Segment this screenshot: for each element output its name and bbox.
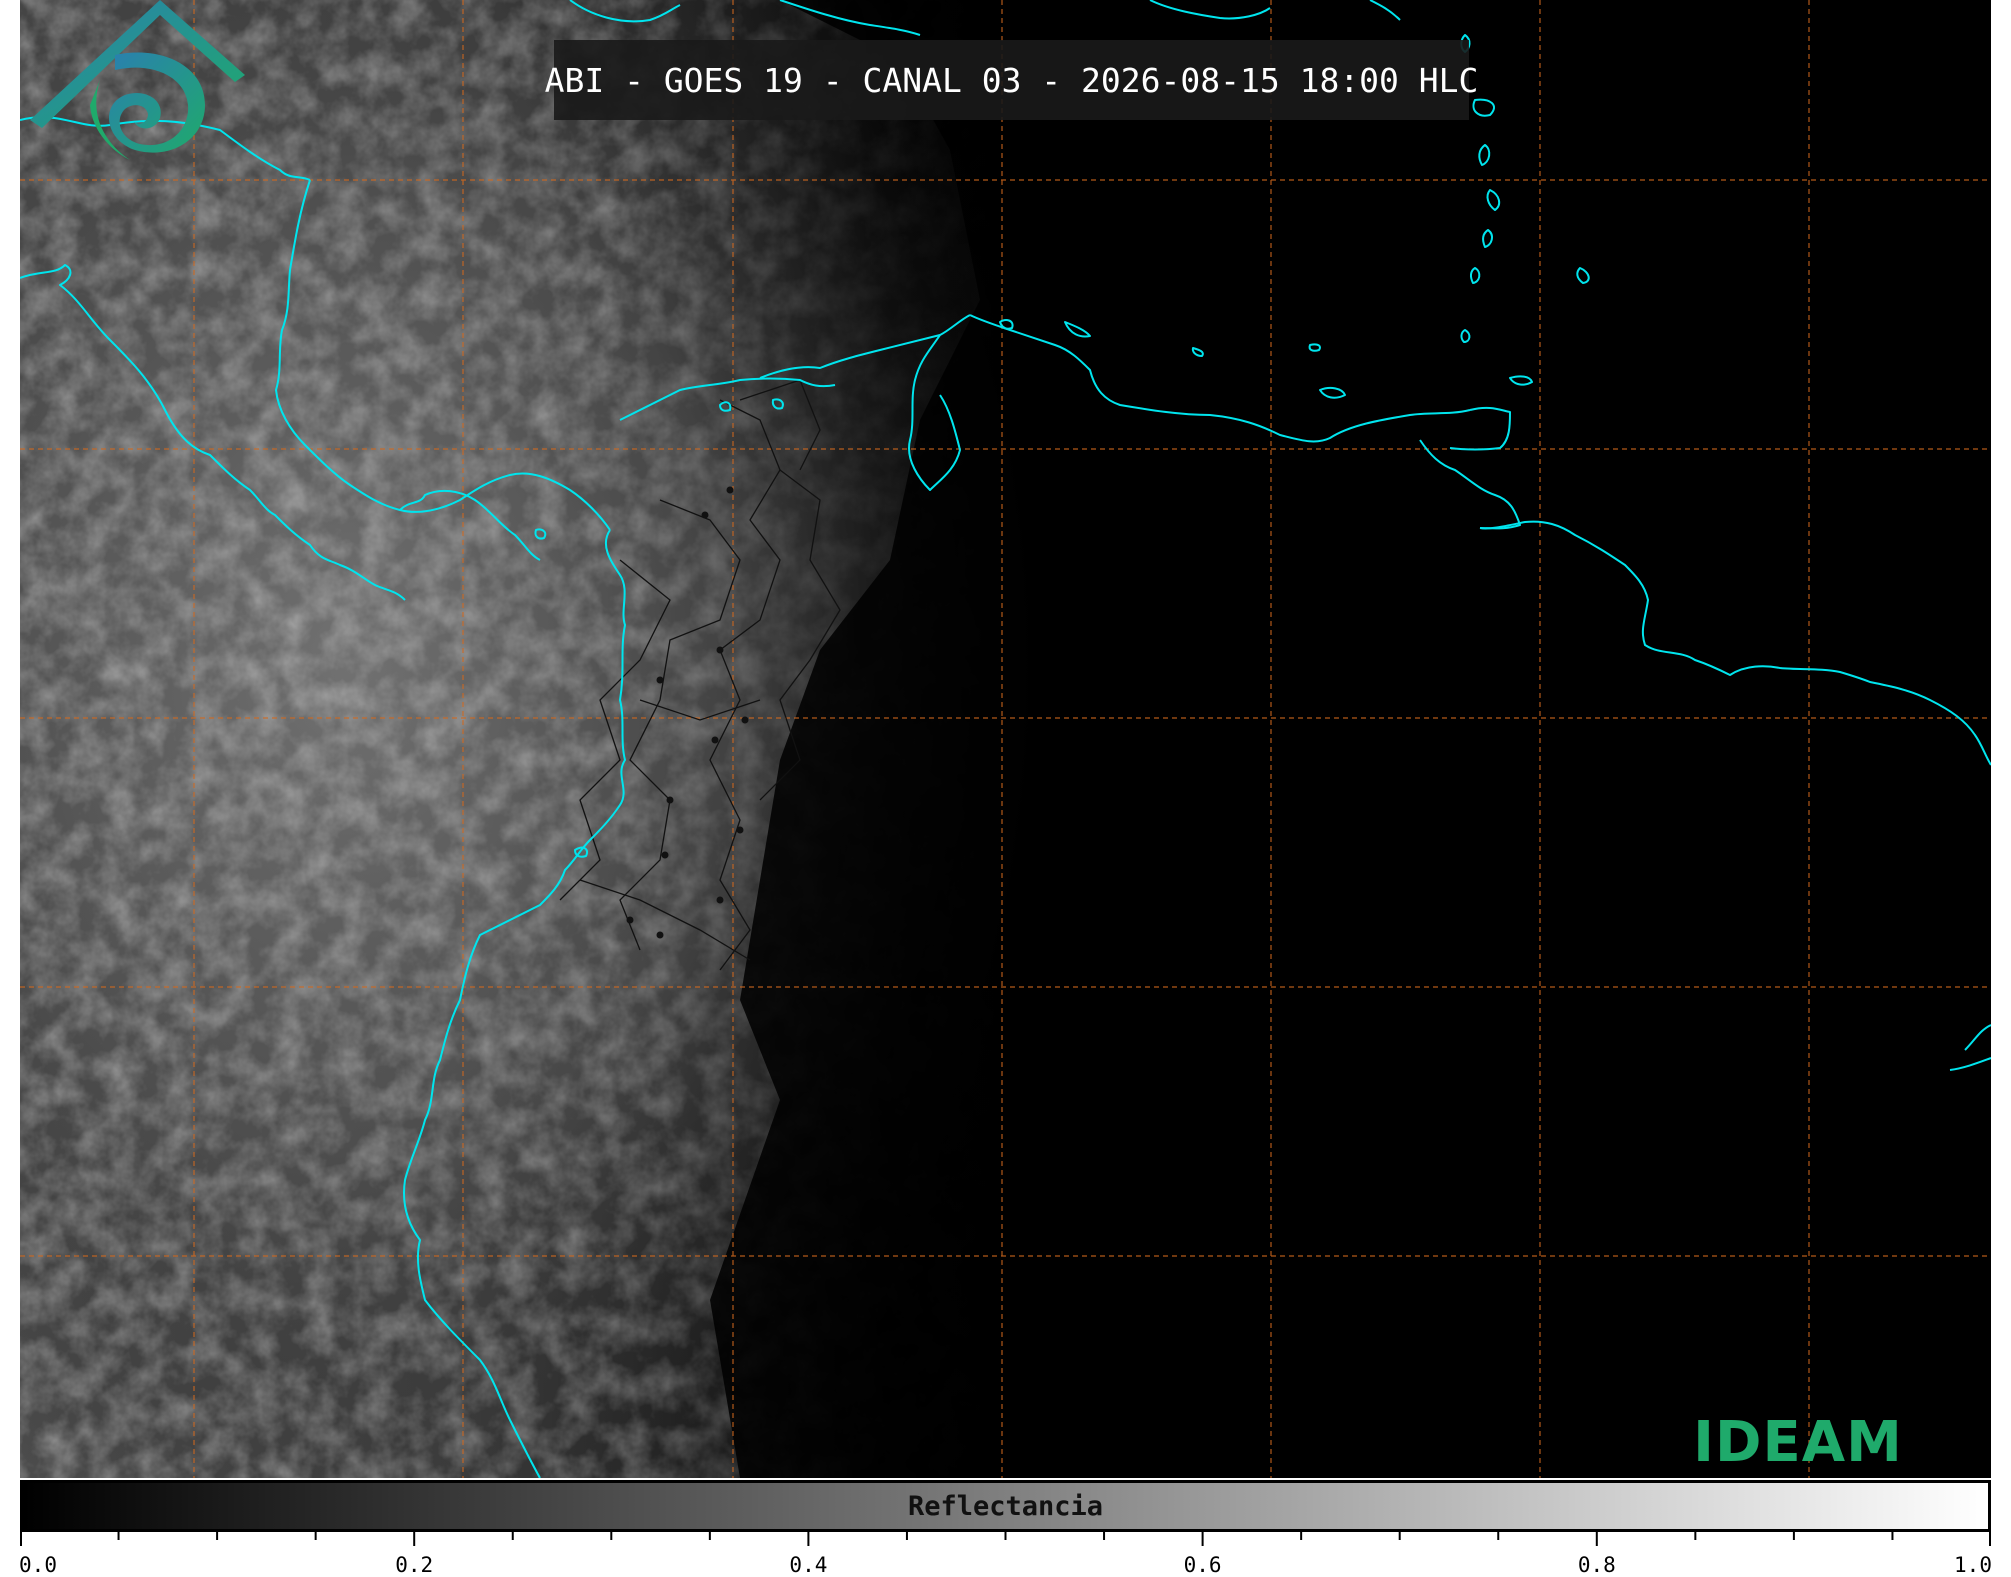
colorbar-tick-marks xyxy=(20,1532,1991,1546)
satellite-map[interactable]: ABI - GOES 19 - CANAL 03 - 2026-08-15 18… xyxy=(20,0,1991,1478)
logo-text: IDEAM xyxy=(1693,1410,1903,1475)
ideam-logo-icon xyxy=(30,0,245,160)
colorbar-ticks: 0.0 0.2 0.4 0.6 0.8 1.0 xyxy=(19,1532,1992,1577)
colorbar-tick-label: 0.0 xyxy=(19,1553,57,1577)
colorbar-tick-label: 0.8 xyxy=(1577,1553,1616,1577)
colorbar-tick-label: 0.2 xyxy=(395,1553,434,1577)
map-canvas xyxy=(20,0,1991,1478)
map-title: ABI - GOES 19 - CANAL 03 - 2026-08-15 18… xyxy=(544,60,1479,100)
colorbar-tick-label: 0.4 xyxy=(789,1553,828,1577)
colorbar: Reflectancia xyxy=(20,1480,1991,1532)
colorbar-tick-label: 0.6 xyxy=(1183,1553,1222,1577)
colorbar-tick-label: 1.0 xyxy=(1954,1553,1992,1577)
colorbar-label: Reflectancia xyxy=(907,1490,1104,1522)
title-panel: ABI - GOES 19 - CANAL 03 - 2026-08-15 18… xyxy=(545,40,1478,120)
